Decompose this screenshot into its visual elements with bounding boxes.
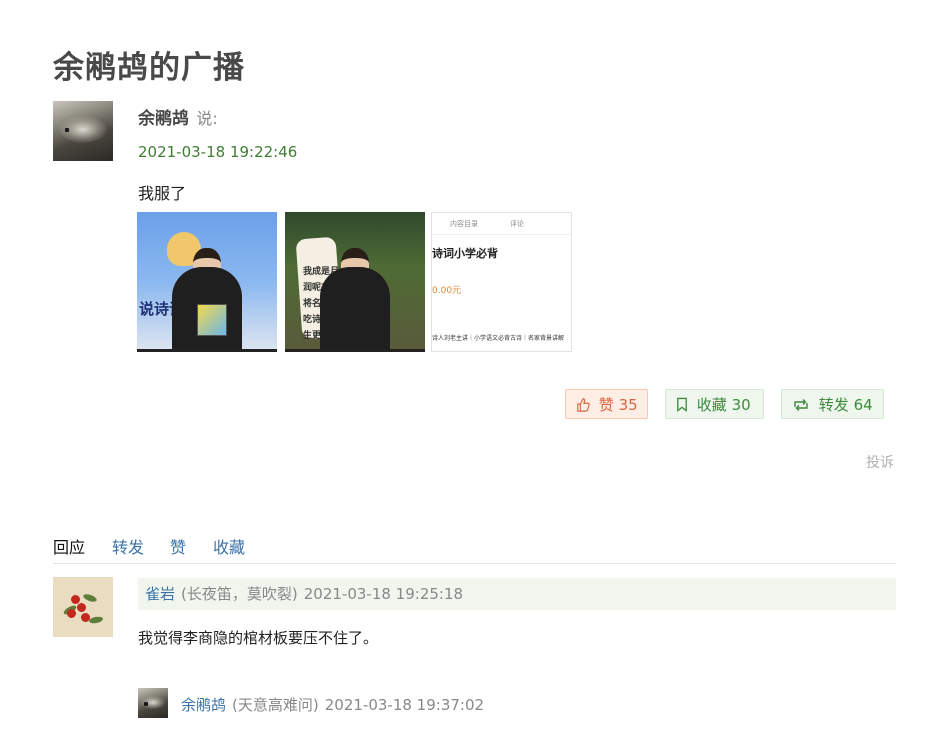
store-tabs: 内容目录 评论 (432, 213, 571, 235)
tab-collections[interactable]: 收藏 (213, 534, 245, 558)
post-image-3[interactable]: 内容目录 评论 诗词小学必背 0.00元 诗人刘老主讲｜小学语文必背古诗｜名家背… (431, 212, 572, 352)
video-bar (285, 349, 425, 352)
collect-button[interactable]: 收藏 30 (665, 389, 764, 419)
thumbs-up-icon (576, 396, 595, 414)
share-label: 转发 (818, 396, 849, 414)
repost-icon (792, 396, 815, 414)
bookmark-icon (676, 396, 693, 414)
store-tab: 评论 (510, 220, 524, 228)
book-prop (197, 304, 227, 336)
reply-avatar[interactable] (138, 688, 168, 718)
commenter-name-link[interactable]: 雀岩 (145, 585, 175, 603)
page-title: 余鹇鸪的广播 (53, 50, 245, 86)
collect-count: 30 (731, 396, 751, 414)
author-name-link[interactable]: 余鹇鸪 (138, 109, 189, 129)
comment-text: 我觉得李商隐的棺材板要压不住了。 (138, 629, 379, 647)
store-tab: 内容目录 (450, 220, 478, 228)
comment-header: 雀岩 (长夜笛，莫吹裂) 2021-03-18 19:25:18 (138, 578, 896, 610)
post-image-1[interactable]: 说诗词 (137, 212, 277, 352)
like-count: 35 (618, 396, 638, 414)
reply-timestamp: 2021-03-18 19:37:02 (324, 696, 485, 714)
post-timestamp[interactable]: 2021-03-18 19:22:46 (138, 143, 297, 161)
comment-timestamp: 2021-03-18 19:25:18 (303, 585, 464, 603)
share-button[interactable]: 转发 64 (781, 389, 884, 419)
store-price: 0.00元 (432, 286, 462, 296)
video-bar (137, 349, 277, 352)
reply-signature: (天意高难问) (232, 696, 319, 714)
divider (53, 563, 896, 564)
reply-header: 余鹇鸪 (天意高难问) 2021-03-18 19:37:02 (181, 694, 484, 715)
tab-reshares[interactable]: 转发 (112, 534, 144, 558)
like-button[interactable]: 赞 35 (565, 389, 648, 419)
tab-likes[interactable]: 赞 (170, 534, 186, 558)
commenter-avatar[interactable] (53, 577, 113, 637)
report-link[interactable]: 投诉 (866, 452, 894, 472)
author-avatar[interactable] (53, 101, 113, 161)
presenter-figure (320, 267, 390, 352)
reply-name-link[interactable]: 余鹇鸪 (181, 696, 226, 714)
store-title: 诗词小学必背 (432, 247, 498, 260)
says-label: 说: (196, 109, 218, 128)
commenter-signature: (长夜笛，莫吹裂) (181, 585, 298, 603)
author-line: 余鹇鸪 说: (138, 104, 218, 129)
like-label: 赞 (598, 396, 614, 414)
post-text: 我服了 (138, 184, 187, 203)
post-image-2[interactable]: 我成是月。 润呢在啊。 将名医抱。 吃诗不留！ 生更何求！ (285, 212, 425, 352)
store-desc: 诗人刘老主讲｜小学语文必背古诗｜名家背景讲解 (432, 335, 565, 342)
share-count: 64 (853, 396, 873, 414)
tab-replies[interactable]: 回应 (53, 534, 85, 558)
collect-label: 收藏 (696, 396, 727, 414)
